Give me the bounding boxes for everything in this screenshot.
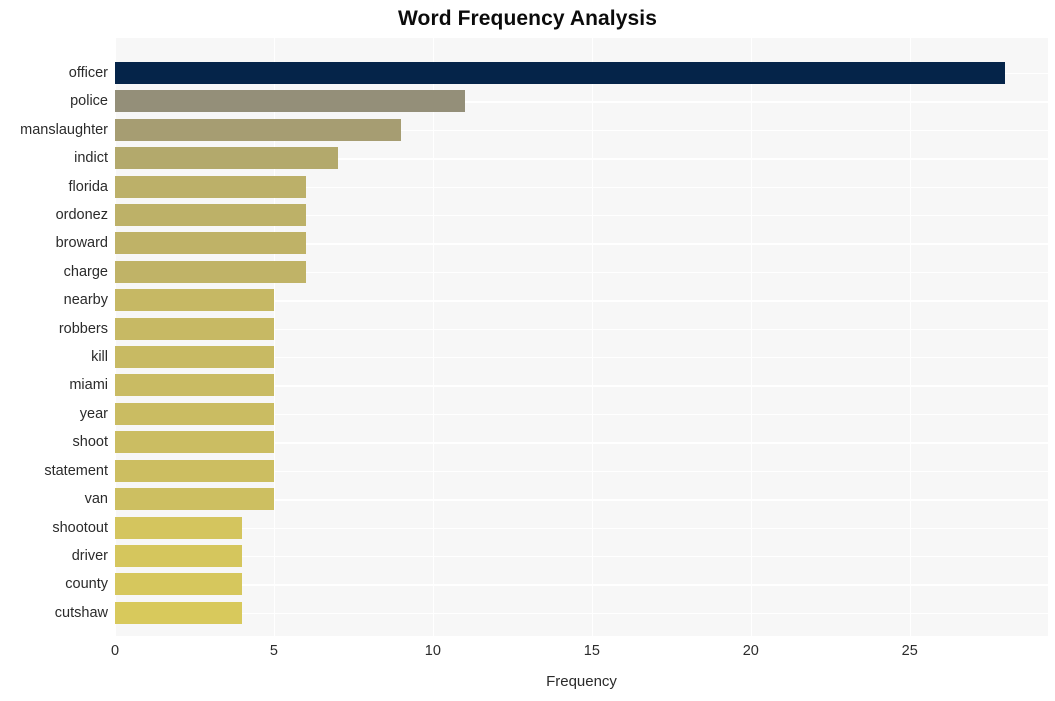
gridline-vertical: [909, 38, 912, 636]
y-axis-label: police: [70, 93, 108, 110]
gridline-horizontal: [115, 584, 1048, 586]
bar[interactable]: [115, 516, 243, 539]
bar[interactable]: [115, 317, 274, 340]
y-axis-label: cutshaw: [54, 604, 108, 621]
bar[interactable]: [115, 147, 338, 170]
y-axis-label: florida: [68, 178, 109, 195]
y-axis-label: officer: [68, 65, 108, 81]
x-tick-label: 5: [269, 643, 278, 659]
bar[interactable]: [115, 601, 243, 624]
gridline-horizontal: [115, 555, 1048, 558]
x-tick-label: 25: [901, 643, 918, 659]
bar[interactable]: [115, 459, 274, 482]
bar[interactable]: [115, 175, 306, 198]
gridline-horizontal: [115, 527, 1048, 529]
y-axis-label: year: [79, 405, 108, 422]
y-axis-category-labels: officer police manslaughter indict florida or…: [0, 38, 108, 636]
y-axis-label: indict: [74, 150, 108, 167]
y-axis-label: broward: [55, 235, 108, 252]
y-axis-label: charge: [63, 263, 108, 280]
x-tick-label: 20: [742, 643, 759, 659]
y-axis-label: shootout: [52, 519, 108, 536]
bar[interactable]: [115, 346, 274, 369]
x-tick-label: 15: [583, 643, 600, 659]
y-axis-label: county: [65, 576, 108, 593]
gridline-horizontal: [115, 612, 1048, 615]
gridline-vertical: [591, 38, 594, 636]
gridline-vertical: [432, 38, 435, 636]
bar[interactable]: [115, 118, 402, 141]
bar[interactable]: [115, 289, 274, 312]
y-axis-label: robbers: [58, 320, 108, 337]
bar[interactable]: [115, 431, 274, 454]
word-frequency-chart: Word Frequency Analysis officer police man…: [0, 0, 1055, 701]
x-axis-title: Frequency: [546, 673, 617, 690]
y-axis-label: miami: [69, 377, 108, 394]
y-axis-label: driver: [71, 547, 108, 564]
bar[interactable]: [115, 488, 274, 511]
bar[interactable]: [115, 544, 243, 567]
plot-area: [115, 38, 1048, 636]
y-axis-label: nearby: [63, 292, 108, 309]
bar[interactable]: [115, 374, 274, 397]
y-axis-label: van: [84, 491, 108, 508]
x-axis-tick-labels: 0 5 10 15 20 25: [111, 641, 1048, 665]
bar[interactable]: [115, 260, 306, 283]
chart-title: Word Frequency Analysis: [397, 7, 658, 30]
y-axis-label: manslaughter: [20, 121, 108, 138]
bar[interactable]: [115, 573, 243, 596]
x-tick-label: 0: [110, 643, 120, 659]
y-axis-label: shoot: [72, 434, 108, 451]
y-axis-label: statement: [44, 462, 108, 479]
bar[interactable]: [115, 204, 306, 227]
y-axis-label: kill: [91, 349, 108, 366]
x-tick-label: 10: [424, 643, 441, 659]
bar[interactable]: [115, 62, 1006, 84]
bar[interactable]: [115, 90, 465, 113]
bar[interactable]: [115, 402, 274, 425]
gridline-vertical: [750, 38, 753, 636]
y-axis-label: ordonez: [55, 207, 108, 224]
bar[interactable]: [115, 232, 306, 255]
